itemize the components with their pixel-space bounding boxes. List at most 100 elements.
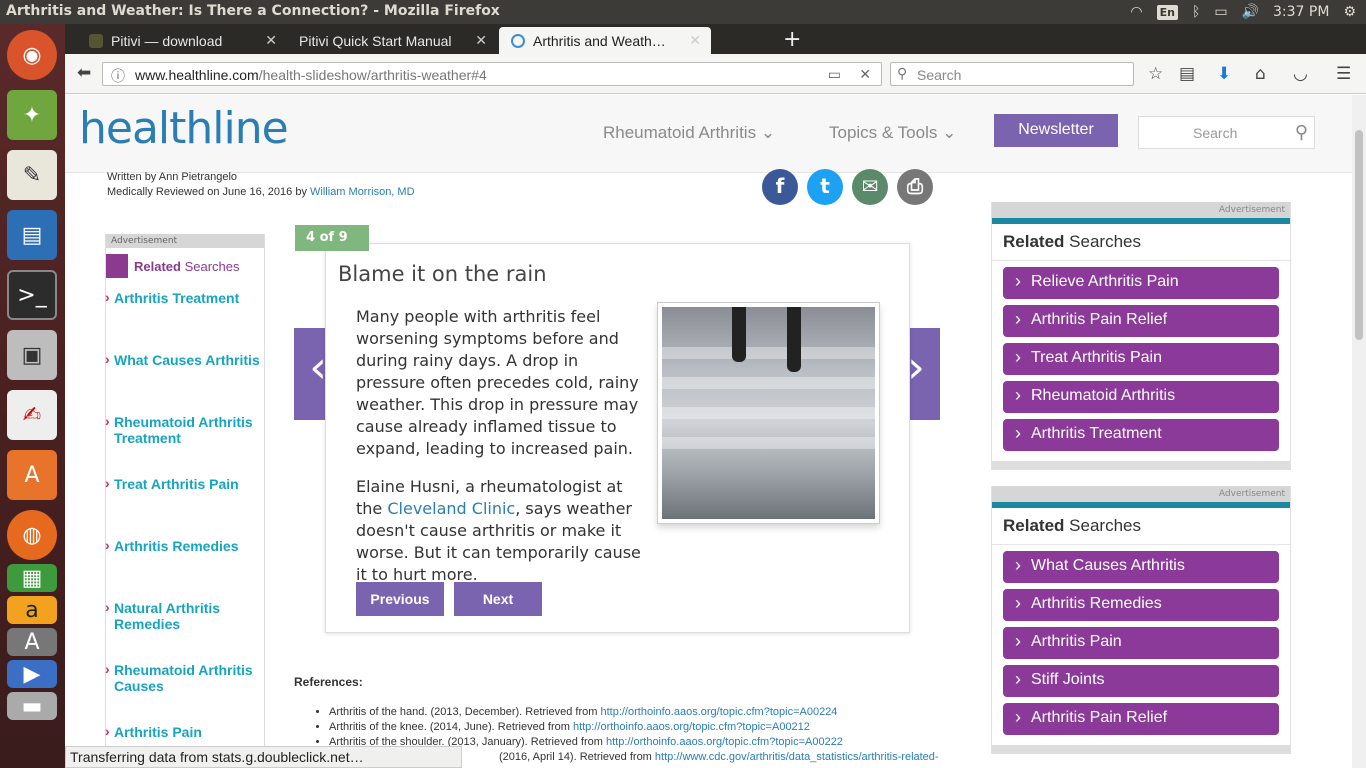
close-tab-icon[interactable]: ✕ bbox=[265, 32, 277, 49]
back-icon[interactable]: ⬅ bbox=[77, 63, 91, 83]
related-link[interactable]: Rheumatoid Arthritis Treatment bbox=[105, 413, 264, 446]
paragraph: Elaine Husni, a rheumatologist at the Cl… bbox=[356, 476, 651, 586]
firefox-icon[interactable]: ◍ bbox=[7, 510, 57, 560]
cleveland-clinic-link[interactable]: Cleveland Clinic bbox=[387, 499, 515, 518]
reading-list-icon[interactable]: ▤ bbox=[1179, 64, 1195, 84]
ref-link[interactable]: http://orthoinfo.aaos.org/topic.cfm?topi… bbox=[573, 721, 810, 733]
info-icon[interactable]: ⓘ bbox=[111, 66, 125, 86]
related-search-button[interactable]: Relieve Arthritis Pain bbox=[1003, 267, 1279, 299]
page-scrollbar[interactable] bbox=[1352, 95, 1366, 768]
article-byline: Written by Ann Pietrangelo Medically Rev… bbox=[107, 170, 415, 200]
stop-icon[interactable]: ✕ bbox=[859, 66, 871, 83]
nav-rheumatoid-arthritis[interactable]: Rheumatoid Arthritis ⌄ bbox=[603, 123, 775, 143]
twitter-share-icon[interactable]: t bbox=[807, 169, 843, 205]
heading-rest: Searches bbox=[1069, 232, 1141, 251]
bluetooth-icon[interactable]: ᛒ bbox=[1192, 4, 1200, 20]
nav-label: Rheumatoid Arthritis bbox=[603, 123, 757, 142]
android-studio-icon[interactable]: ✦ bbox=[7, 90, 57, 140]
app-icon[interactable]: A bbox=[7, 628, 57, 656]
nav-topics-tools[interactable]: Topics & Tools ⌄ bbox=[829, 123, 956, 143]
related-link[interactable]: Rheumatoid Arthritis Causes bbox=[105, 661, 264, 694]
gear-icon[interactable]: ⚙ bbox=[1343, 4, 1356, 20]
related-search-button[interactable]: Treat Arthritis Pain bbox=[1003, 343, 1279, 375]
related-search-button[interactable]: Rheumatoid Arthritis bbox=[1003, 381, 1279, 413]
related-search-button[interactable]: Arthritis Pain Relief bbox=[1003, 703, 1279, 735]
menu-icon[interactable]: ☰ bbox=[1336, 64, 1351, 84]
search-icon[interactable]: ⚲ bbox=[1295, 122, 1308, 143]
browser-search-input[interactable]: ⚲ Search bbox=[890, 62, 1134, 86]
healthline-logo[interactable]: healthline bbox=[79, 103, 289, 154]
writer-icon[interactable]: ▤ bbox=[7, 210, 57, 260]
next-button[interactable]: Next bbox=[454, 582, 542, 616]
divider bbox=[992, 745, 1290, 753]
tab-label: Arthritis and Weath… bbox=[533, 33, 666, 49]
flag-icon bbox=[106, 254, 128, 278]
files-icon[interactable]: ▣ bbox=[7, 330, 57, 380]
close-tab-icon[interactable]: ✕ bbox=[689, 32, 701, 49]
close-tab-icon[interactable]: ✕ bbox=[475, 32, 487, 49]
slide-title: Blame it on the rain bbox=[338, 262, 547, 286]
related-search-button[interactable]: Stiff Joints bbox=[1003, 665, 1279, 697]
related-link[interactable]: Arthritis Pain bbox=[105, 723, 264, 740]
software-center-icon[interactable]: A bbox=[7, 450, 57, 500]
ubuntu-icon[interactable]: ◉ bbox=[7, 30, 57, 80]
references-heading: References: bbox=[294, 675, 363, 689]
drive-icon[interactable]: ▬ bbox=[7, 692, 57, 720]
tab-arthritis-weather[interactable]: Arthritis and Weath… ✕ bbox=[499, 27, 711, 54]
heading-bold: Related bbox=[1003, 516, 1065, 535]
ref-link[interactable]: http://www.cdc.gov/arthritis/data_statis… bbox=[655, 751, 939, 763]
scrollbar-thumb[interactable] bbox=[1355, 130, 1363, 340]
related-link[interactable]: Treat Arthritis Pain bbox=[105, 475, 264, 492]
facebook-share-icon[interactable]: f bbox=[762, 169, 798, 205]
rain-street-image bbox=[662, 307, 875, 519]
related-link[interactable]: What Causes Arthritis bbox=[105, 351, 264, 368]
related-link[interactable]: Natural Arthritis Remedies bbox=[105, 599, 264, 632]
status-bar: Transferring data from stats.g.doublecli… bbox=[65, 746, 462, 768]
related-link[interactable]: Arthritis Remedies bbox=[105, 537, 264, 554]
reader-view-icon[interactable]: ▭ bbox=[828, 66, 841, 83]
reference-item: Arthritis of the knee. (2014, June). Ret… bbox=[329, 720, 939, 735]
ref-link[interactable]: http://orthoinfo.aaos.org/topic.cfm?topi… bbox=[600, 706, 837, 718]
slide-card: Blame it on the rain Many people with ar… bbox=[325, 243, 910, 633]
tab-pitivi-download[interactable]: Pitivi — download ✕ bbox=[77, 27, 287, 54]
downloads-icon[interactable]: ⬇ bbox=[1217, 64, 1231, 84]
pocket-icon[interactable]: ◡ bbox=[1293, 64, 1308, 84]
previous-button[interactable]: Previous bbox=[356, 582, 444, 616]
site-search-placeholder: Search bbox=[1193, 125, 1238, 141]
ref-link[interactable]: http://orthoinfo.aaos.org/topic.cfm?topi… bbox=[606, 736, 843, 748]
related-link[interactable]: Arthritis Treatment bbox=[105, 289, 264, 306]
calc-icon[interactable]: ▦ bbox=[7, 564, 57, 592]
print-icon[interactable]: ⎙ bbox=[897, 169, 933, 205]
home-icon[interactable]: ⌂ bbox=[1255, 64, 1266, 84]
bookmark-star-icon[interactable]: ☆ bbox=[1148, 64, 1163, 84]
left-related-searches: Advertisement Related Searches Arthritis… bbox=[105, 234, 265, 768]
tab-pitivi-manual[interactable]: Pitivi Quick Start Manual ✕ bbox=[287, 27, 497, 54]
site-search-input[interactable]: Search ⚲ bbox=[1138, 116, 1315, 149]
video-icon[interactable]: ▶ bbox=[7, 660, 57, 688]
url-bar[interactable]: ⓘ www.healthline.com/health-slideshow/ar… bbox=[102, 62, 882, 86]
email-share-icon[interactable]: ✉ bbox=[852, 169, 888, 205]
related-search-button[interactable]: Arthritis Pain bbox=[1003, 627, 1279, 659]
wifi-icon[interactable]: ◠ bbox=[1130, 4, 1142, 20]
system-tray: ◠ En ᛒ ▭ 🔊 3:37 PM ⚙ bbox=[1130, 0, 1366, 24]
newsletter-button[interactable]: Newsletter bbox=[994, 114, 1118, 147]
related-search-button[interactable]: What Causes Arthritis bbox=[1003, 551, 1279, 583]
related-search-button[interactable]: Arthritis Pain Relief bbox=[1003, 305, 1279, 337]
battery-icon[interactable]: ▭ bbox=[1214, 4, 1227, 20]
slide-body: Many people with arthritis feel worsenin… bbox=[356, 306, 651, 602]
system-top-bar: Arthritis and Weather: Is There a Connec… bbox=[0, 0, 1366, 24]
text-editor-icon[interactable]: ✎ bbox=[7, 150, 57, 200]
related-search-button[interactable]: Arthritis Treatment bbox=[1003, 419, 1279, 451]
terminal-icon[interactable]: >_ bbox=[7, 270, 57, 320]
clock[interactable]: 3:37 PM bbox=[1273, 4, 1329, 20]
heading-rest: Searches bbox=[1069, 516, 1141, 535]
keyboard-layout-indicator[interactable]: En bbox=[1156, 4, 1178, 20]
new-tab-icon[interactable]: + bbox=[783, 27, 801, 52]
related-search-button[interactable]: Arthritis Remedies bbox=[1003, 589, 1279, 621]
volume-icon[interactable]: 🔊 bbox=[1242, 4, 1259, 20]
reference-item: Arthritis of the hand. (2013, December).… bbox=[329, 705, 939, 720]
amazon-icon[interactable]: a bbox=[7, 596, 57, 624]
ref-text: Arthritis of the knee. (2014, June). Ret… bbox=[329, 721, 570, 733]
reviewer-link[interactable]: William Morrison, MD bbox=[310, 186, 415, 198]
document-viewer-icon[interactable]: ✍ bbox=[7, 390, 57, 440]
